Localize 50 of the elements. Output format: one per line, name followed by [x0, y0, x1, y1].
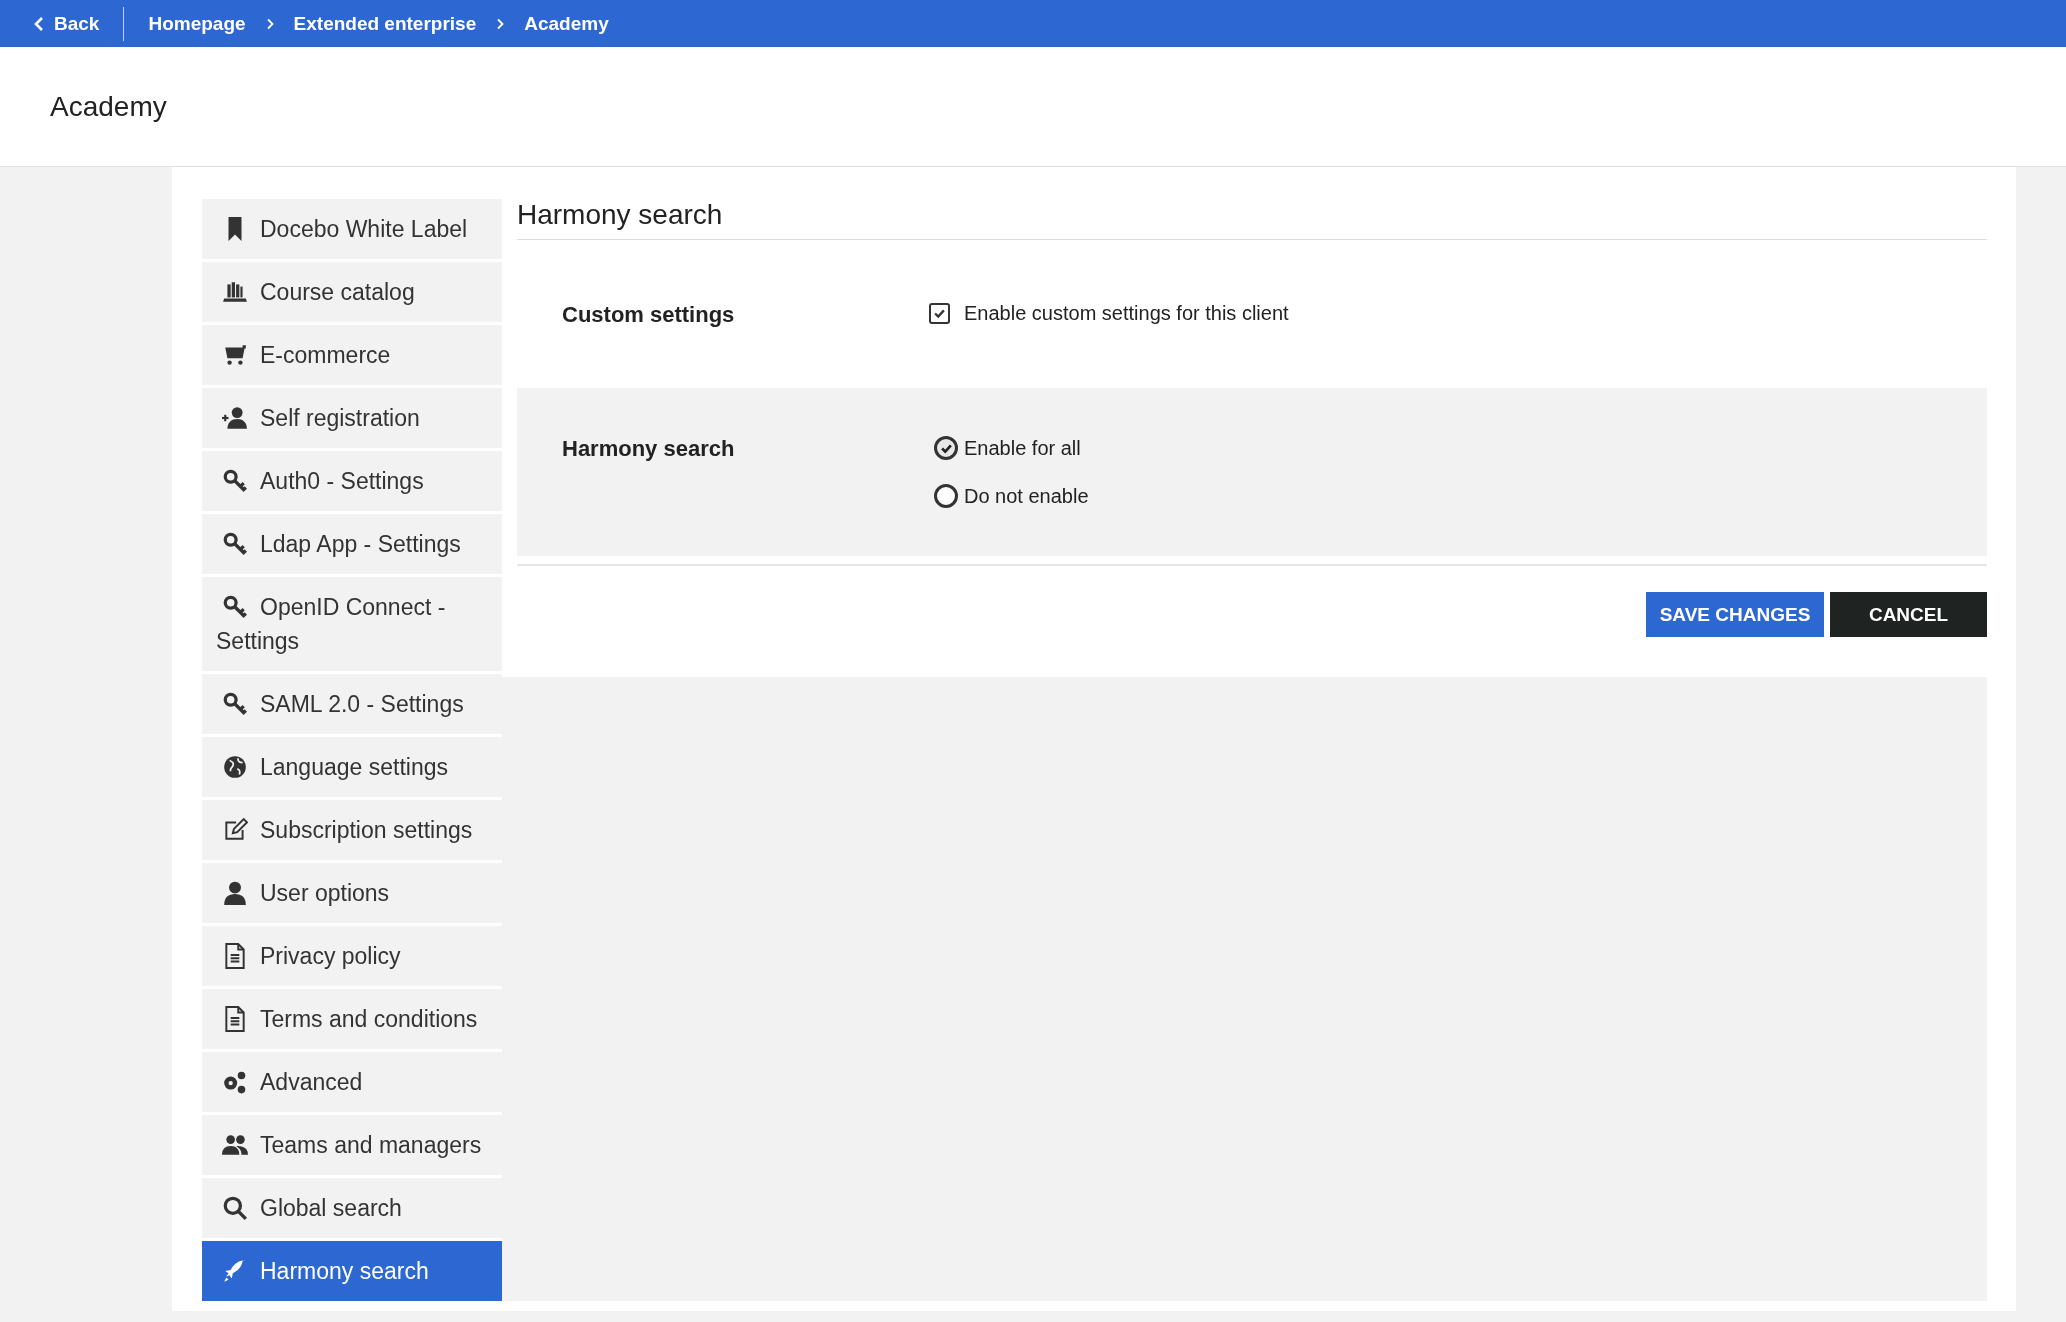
radio-button[interactable] [934, 484, 958, 508]
key-icon [222, 468, 248, 494]
chevron-left-icon [34, 15, 44, 32]
sidebar-item[interactable]: Advanced [202, 1052, 502, 1115]
sidebar-item[interactable]: Course catalog [202, 262, 502, 325]
cart-icon [222, 342, 248, 368]
document-icon [222, 943, 248, 969]
sidebar-item[interactable]: Subscription settings [202, 800, 502, 863]
field-label: Custom settings [562, 302, 736, 328]
radio-label: Do not enable [964, 484, 1089, 508]
sidebar-item[interactable]: Language settings [202, 737, 502, 800]
books-icon [222, 279, 248, 305]
checkbox-label: Enable custom settings for this client [964, 302, 1289, 325]
sidebar-item[interactable]: Docebo White Label [202, 199, 502, 262]
sidebar-item[interactable]: Terms and conditions [202, 989, 502, 1052]
breadcrumb-link[interactable]: Homepage [148, 12, 246, 35]
sidebar-item[interactable]: Privacy policy [202, 926, 502, 989]
section-title: Harmony search [517, 199, 1987, 240]
search-icon [222, 1195, 248, 1221]
sidebar-item[interactable]: OpenID Connect - Settings [202, 577, 502, 674]
document-icon [222, 1006, 248, 1032]
globe-icon [222, 754, 248, 780]
sidebar-item[interactable]: Self registration [202, 388, 502, 451]
sidebar-item[interactable]: Ldap App - Settings [202, 514, 502, 577]
field-label: Harmony search [562, 436, 736, 462]
key-icon [222, 594, 248, 620]
sidebar-item[interactable]: SAML 2.0 - Settings [202, 674, 502, 737]
page-title: Academy [50, 90, 167, 123]
key-icon [222, 531, 248, 557]
user-icon [222, 880, 248, 906]
sidebar-item[interactable]: Global search [202, 1178, 502, 1241]
breadcrumb-link[interactable]: Academy [524, 12, 609, 35]
save-button[interactable]: SAVE CHANGES [1646, 592, 1824, 637]
people-icon [222, 1132, 248, 1158]
sidebar-item[interactable]: Auth0 - Settings [202, 451, 502, 514]
sidebar-item[interactable]: Harmony search [202, 1241, 502, 1301]
sidebar-item[interactable]: Teams and managers [202, 1115, 502, 1178]
chevron-right-icon [496, 17, 505, 30]
key-icon [222, 691, 248, 717]
back-link[interactable]: Back [0, 12, 124, 35]
edit-icon [222, 817, 248, 843]
radio-button[interactable] [934, 436, 958, 460]
breadcrumb-link[interactable]: Extended enterprise [293, 12, 477, 35]
chevron-right-icon [265, 17, 274, 30]
add-user-icon [222, 405, 248, 431]
cancel-button[interactable]: CANCEL [1830, 592, 1987, 637]
checkbox[interactable] [929, 303, 950, 324]
radio-label: Enable for all [964, 436, 1081, 460]
sidebar-item[interactable]: E-commerce [202, 325, 502, 388]
sidebar-item[interactable]: User options [202, 863, 502, 926]
